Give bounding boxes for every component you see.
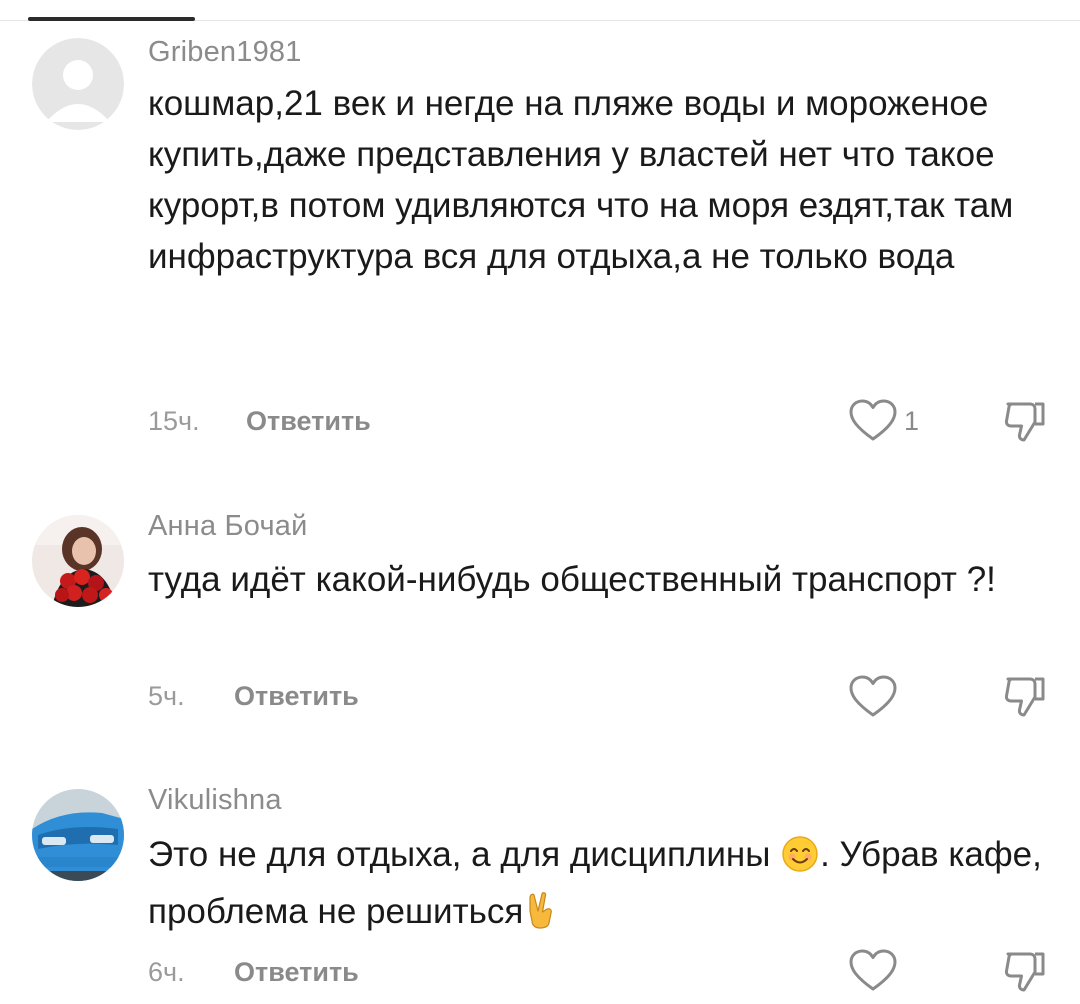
reply-button[interactable]: Ответить — [234, 955, 359, 989]
reply-button[interactable]: Ответить — [246, 404, 371, 438]
avatar[interactable] — [32, 789, 124, 881]
victory-hand-emoji-icon — [525, 891, 557, 943]
comment-text: туда идёт какой-нибудь общественный тран… — [148, 560, 996, 599]
heart-outline-icon — [849, 949, 897, 991]
comment-time: 5ч. — [148, 681, 185, 711]
like-button[interactable] — [848, 948, 898, 994]
comment-time: 6ч. — [148, 957, 185, 987]
dislike-button[interactable] — [1000, 671, 1050, 721]
avatar[interactable] — [32, 515, 124, 607]
active-tab-indicator — [28, 17, 195, 21]
avatar[interactable] — [32, 38, 124, 130]
smiling-face-emoji-icon — [782, 835, 818, 886]
thumbs-down-outline-icon — [1004, 402, 1045, 442]
dislike-button[interactable] — [1000, 396, 1050, 446]
like-count: 1 — [904, 406, 920, 436]
heart-outline-icon — [849, 399, 897, 441]
thumbs-down-outline-icon — [1004, 677, 1045, 717]
dislike-button[interactable] — [1000, 946, 1050, 996]
comment-username[interactable]: Vikulishna — [148, 782, 282, 818]
comment-time: 15ч. — [148, 406, 200, 436]
heart-outline-icon — [849, 675, 897, 717]
comment-text: кошмар,21 век и негде на пляже воды и мо… — [148, 84, 1014, 276]
comment-username[interactable]: Анна Бочай — [148, 508, 308, 544]
comment-username[interactable]: Griben1981 — [148, 34, 302, 70]
thumbs-down-outline-icon — [1004, 952, 1045, 992]
reply-button[interactable]: Ответить — [234, 679, 359, 713]
comment-text: Это не для отдыха, а для дисциплины . Уб… — [148, 829, 1058, 943]
like-button[interactable] — [848, 398, 898, 444]
comment-text-part: Это не для отдыха, а для дисциплины — [148, 835, 781, 874]
like-button[interactable] — [848, 674, 898, 720]
